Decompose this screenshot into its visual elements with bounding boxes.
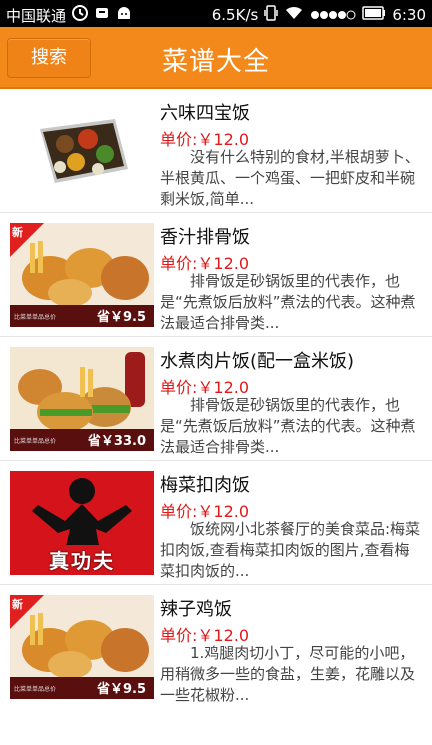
dish-name: 梅菜扣肉饭 xyxy=(160,475,250,496)
signal-icon xyxy=(310,6,356,24)
recipe-list[interactable]: 六味四宝饭 单价:￥12.0 没有什么特别的食材,半根胡萝卜、半根黄瓜、一个鸡蛋… xyxy=(0,89,432,709)
promo-saving: 省￥33.0 xyxy=(87,434,146,449)
dish-name: 辣子鸡饭 xyxy=(160,599,232,620)
promo-strip: 比菜单单品总价 省￥9.5 xyxy=(10,305,154,327)
promo-strip: 比菜单单品总价 省￥33.0 xyxy=(10,429,154,451)
promo-caption: 比菜单单品总价 xyxy=(14,438,57,445)
new-badge-label: 新 xyxy=(12,226,23,239)
promo-caption: 比菜单单品总价 xyxy=(14,314,57,321)
vibrate-icon xyxy=(264,4,279,26)
dish-description: 排骨饭是砂锅饭里的代表作，也是“先煮饭后放料”煮法的代表。这种煮法最适合排骨类.… xyxy=(160,272,416,332)
carrier-label: 中国联通 xyxy=(6,6,67,25)
dish-description: 饭统网小北茶餐厅的美食菜品:梅菜扣肉饭,查看梅菜扣肉饭的图片,查看梅菜扣肉饭的.… xyxy=(160,520,421,580)
battery-icon xyxy=(362,6,386,24)
dish-image: 新 比菜单单品总价 省￥9.5 xyxy=(10,223,154,327)
dish-name: 香汁排骨饭 xyxy=(160,227,250,248)
promo-saving: 省￥9.5 xyxy=(96,682,146,697)
search-button[interactable]: 搜索 xyxy=(7,38,91,78)
dish-description: 没有什么特别的食材,半根胡萝卜、半根黄瓜、一个鸡蛋、一把虾皮和半碗剩米饭,简单.… xyxy=(160,148,420,208)
logo-text: 真功夫 xyxy=(49,549,115,573)
promo-saving: 省￥9.5 xyxy=(96,310,146,325)
app-header: 搜索 菜谱大全 xyxy=(0,27,432,89)
list-item[interactable]: 新 比菜单单品总价 省￥9.5 辣子鸡饭 单价:￥12.0 1.鸡腿肉切小丁，尽… xyxy=(0,585,432,709)
dish-description: 排骨饭是砂锅饭里的代表作，也是“先煮饭后放料”煮法的代表。这种煮法最适合排骨类.… xyxy=(160,396,416,456)
dish-image: 新 比菜单单品总价 省￥9.5 xyxy=(10,595,154,699)
list-item[interactable]: 新 比菜单单品总价 省￥9.5 香汁排骨饭 单价:￥12.0 排骨饭是砂锅饭里的… xyxy=(0,213,432,337)
new-badge-label: 新 xyxy=(12,598,23,611)
android-icon xyxy=(115,5,133,25)
sync-icon xyxy=(71,4,89,26)
wifi-icon xyxy=(284,5,304,25)
status-bar: 中国联通 6.5K/s 6:30 xyxy=(0,0,432,27)
dish-name: 六味四宝饭 xyxy=(160,103,250,124)
clock: 6:30 xyxy=(392,6,426,24)
promo-caption: 比菜单单品总价 xyxy=(14,686,57,693)
list-item[interactable]: 比菜单单品总价 省￥33.0 水煮肉片饭(配一盒米饭) 单价:￥12.0 排骨饭… xyxy=(0,337,432,461)
dish-image: 比菜单单品总价 省￥33.0 xyxy=(10,347,154,451)
dish-image: 真功夫 xyxy=(10,471,154,575)
dish-description: 1.鸡腿肉切小丁，尽可能的小吧，用稍微多一些的食盐，生姜，花雕以及一些花椒粉..… xyxy=(160,644,416,704)
promo-strip: 比菜单单品总价 省￥9.5 xyxy=(10,677,154,699)
network-speed: 6.5K/s xyxy=(211,6,259,24)
notification-icon xyxy=(94,5,110,25)
list-item[interactable]: 六味四宝饭 单价:￥12.0 没有什么特别的食材,半根胡萝卜、半根黄瓜、一个鸡蛋… xyxy=(0,89,432,213)
list-item[interactable]: 真功夫 梅菜扣肉饭 单价:￥12.0 饭统网小北茶餐厅的美食菜品:梅菜扣肉饭,查… xyxy=(0,461,432,585)
dish-image xyxy=(10,99,154,203)
dish-name: 水煮肉片饭(配一盒米饭) xyxy=(160,351,355,372)
